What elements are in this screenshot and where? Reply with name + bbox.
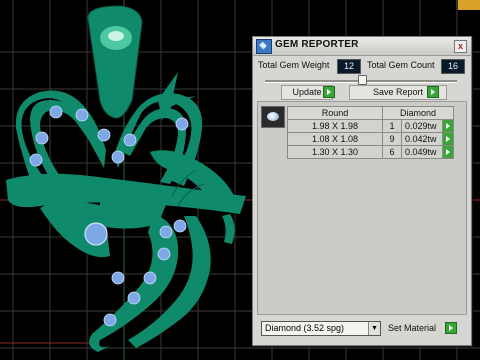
update-go-icon[interactable] — [323, 86, 335, 98]
column-header-material: Diamond — [382, 106, 454, 120]
select-row-icon[interactable] — [442, 119, 454, 133]
set-material-button[interactable]: Set Material — [388, 323, 436, 333]
gem-reporter-app-icon — [256, 39, 272, 54]
set-material-go-icon[interactable] — [445, 322, 457, 334]
total-gem-count-value: 16 — [441, 59, 465, 74]
table-row[interactable]: 1.08 X 1.08 9 0.042tw — [287, 132, 454, 146]
gem-reporter-panel: GEM REPORTER x Total Gem Weight 12 Total… — [252, 36, 472, 346]
gem-count: 1 — [382, 119, 402, 133]
gem-weight: 0.049tw — [401, 145, 443, 159]
gem-weight: 0.042tw — [401, 132, 443, 146]
select-row-icon[interactable] — [442, 145, 454, 159]
slider-thumb[interactable] — [358, 75, 367, 85]
gem-count: 9 — [382, 132, 402, 146]
table-row[interactable]: 1.98 X 1.98 1 0.029tw — [287, 119, 454, 133]
round-gem-icon[interactable] — [261, 106, 285, 128]
gem-table: Round Diamond 1.98 X 1.98 1 0.029tw 1.08… — [287, 106, 454, 159]
total-gem-weight-label: Total Gem Weight — [258, 60, 330, 70]
gem-weight: 0.029tw — [401, 119, 443, 133]
chevron-down-icon[interactable]: ▼ — [368, 322, 380, 335]
app-logo — [456, 0, 480, 10]
material-select[interactable]: Diamond (3.52 spg) ▼ — [261, 321, 381, 336]
design-viewport[interactable]: GEM REPORTER x Total Gem Weight 12 Total… — [0, 0, 480, 360]
gem-size: 1.30 X 1.30 — [287, 145, 383, 159]
gem-count: 6 — [382, 145, 402, 159]
pendant-model[interactable] — [6, 5, 246, 352]
gem-size: 1.98 X 1.98 — [287, 119, 383, 133]
title-bar[interactable]: GEM REPORTER x — [253, 37, 471, 56]
column-header-shape: Round — [287, 106, 383, 120]
save-report-go-icon[interactable] — [427, 86, 439, 98]
select-row-icon[interactable] — [442, 132, 454, 146]
gem-table-area: Round Diamond 1.98 X 1.98 1 0.029tw 1.08… — [257, 101, 467, 315]
table-row[interactable]: 1.30 X 1.30 6 0.049tw — [287, 145, 454, 159]
gem-size: 1.08 X 1.08 — [287, 132, 383, 146]
total-gem-count-label: Total Gem Count — [367, 60, 435, 70]
panel-title: GEM REPORTER — [275, 39, 359, 50]
close-button[interactable]: x — [454, 40, 467, 53]
total-gem-weight-value: 12 — [337, 59, 361, 74]
material-select-value: Diamond (3.52 spg) — [265, 323, 345, 333]
